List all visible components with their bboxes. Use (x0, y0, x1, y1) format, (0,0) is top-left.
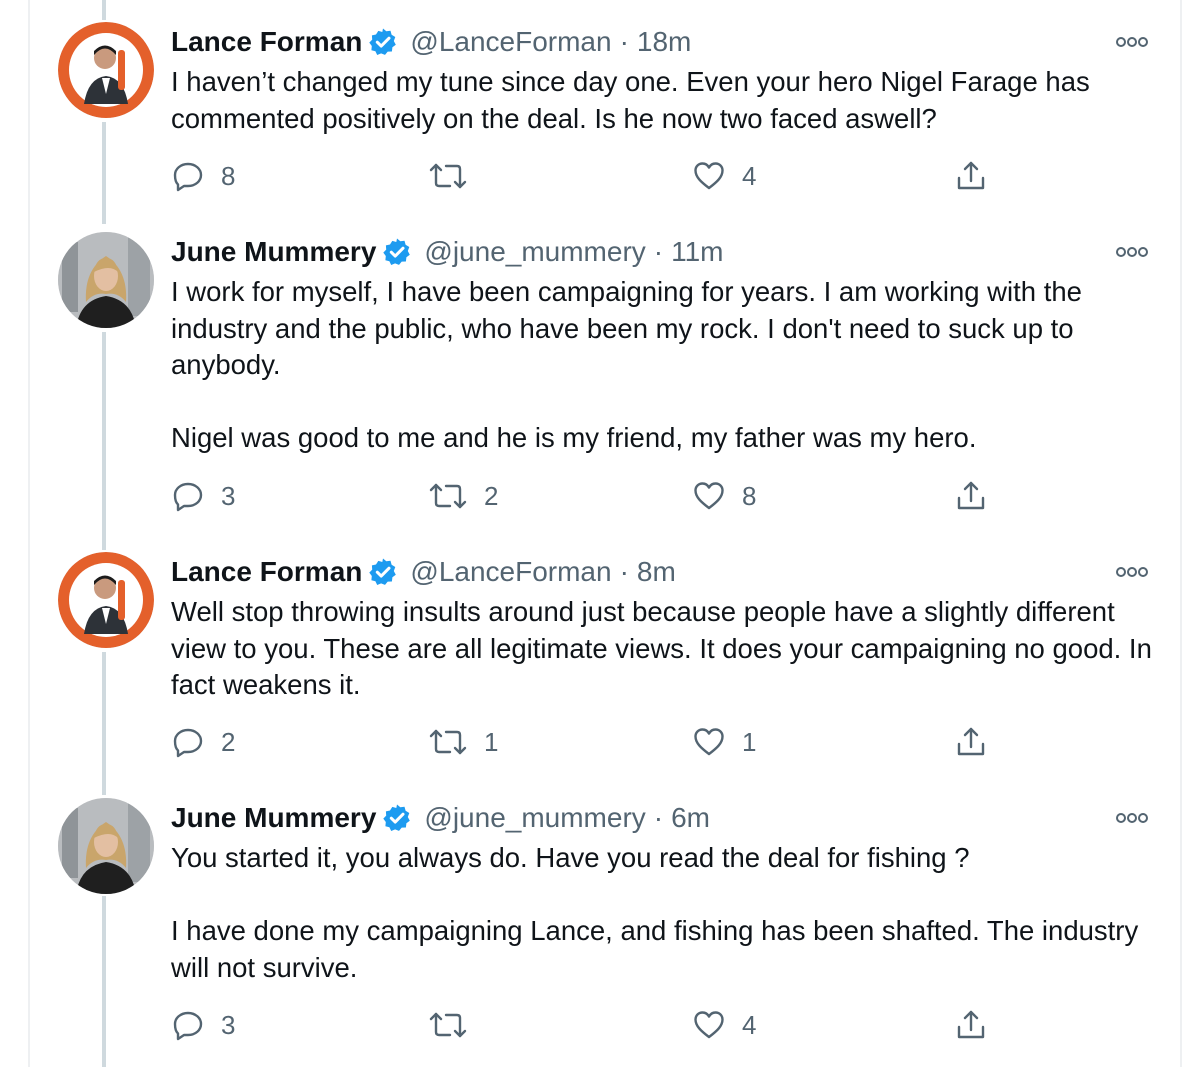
more-options-icon[interactable] (1114, 32, 1150, 52)
retweet-count: 1 (484, 726, 499, 757)
author-handle[interactable]: @LanceForman (410, 552, 611, 592)
timestamp[interactable]: 11m (671, 232, 723, 272)
author-name[interactable]: Lance Forman (171, 552, 362, 592)
like-button[interactable]: 4 (692, 156, 756, 196)
avatar[interactable] (58, 232, 154, 328)
timestamp[interactable]: 6m (671, 798, 710, 838)
tweet-paragraph: I have done my campaigning Lance, and fi… (171, 915, 1139, 983)
heart-icon (694, 482, 724, 510)
reply-count: 2 (221, 726, 236, 757)
more-options-icon[interactable] (1114, 242, 1150, 262)
reply-icon (173, 728, 203, 758)
separator-dot: · (619, 26, 629, 57)
thread-line (102, 332, 106, 550)
like-button[interactable]: 1 (692, 722, 756, 762)
author-name[interactable]: Lance Forman (171, 22, 362, 62)
share-icon (957, 161, 985, 190)
more-options-icon[interactable] (1114, 562, 1150, 582)
reply-icon (173, 482, 203, 512)
reply-icon (173, 1011, 203, 1041)
author-handle[interactable]: @june_mummery (424, 232, 645, 272)
retweet-button[interactable] (428, 1005, 484, 1045)
separator-dot: · (619, 556, 629, 587)
heart-icon (694, 728, 724, 756)
tweet-paragraph: Well stop throwing insults around just b… (171, 596, 1152, 701)
retweet-icon (429, 483, 467, 509)
tweet-paragraph: I work for myself, I have been campaigni… (171, 276, 1082, 381)
more-options-icon[interactable] (1114, 808, 1150, 828)
reply-count: 3 (221, 1009, 236, 1040)
separator-dot: · (653, 236, 664, 267)
tweet-paragraph: You started it, you always do. Have you … (171, 842, 970, 873)
share-icon (957, 727, 985, 756)
tweet-text: You started it, you always do. Have you … (171, 840, 1161, 986)
verified-badge-icon (382, 237, 412, 267)
verified-badge-icon (368, 27, 398, 57)
retweet-button[interactable]: 2 (428, 476, 498, 516)
reply-button[interactable]: 8 (171, 156, 235, 196)
reply-button[interactable]: 3 (171, 1005, 235, 1045)
tweet-actions: 2 1 1 (0, 722, 1200, 762)
share-button[interactable] (954, 722, 988, 762)
june-avatar-image (58, 232, 154, 328)
tweet-paragraph: Nigel was good to me and he is my friend… (171, 422, 977, 454)
tweet-actions: 8 4 (0, 156, 1200, 196)
tweet-actions: 3 2 8 (0, 476, 1200, 516)
reply-button[interactable]: 3 (171, 476, 235, 516)
like-count: 4 (742, 1009, 757, 1040)
share-icon (957, 1010, 985, 1039)
lance-avatar-image (58, 22, 154, 118)
separator-dot: · (653, 802, 664, 833)
like-count: 4 (742, 160, 757, 191)
share-button[interactable] (954, 1005, 988, 1045)
tweet-paragraph: I haven’t changed my tune since day one.… (171, 66, 1090, 134)
retweet-icon (429, 1012, 467, 1038)
author-name[interactable]: June Mummery (171, 232, 376, 272)
retweet-icon (429, 729, 467, 755)
tweet-text: I haven’t changed my tune since day one.… (171, 64, 1161, 137)
heart-icon (694, 1011, 724, 1039)
reply-button[interactable]: 2 (171, 722, 235, 762)
tweet-actions: 3 4 (0, 1005, 1200, 1045)
avatar[interactable] (58, 22, 154, 118)
author-handle[interactable]: @june_mummery (424, 798, 645, 838)
verified-badge-icon (368, 557, 398, 587)
tweet-text: I work for myself, I have been campaigni… (171, 274, 1161, 457)
retweet-button[interactable] (428, 156, 484, 196)
heart-icon (694, 162, 724, 190)
avatar[interactable] (58, 552, 154, 648)
like-button[interactable]: 8 (692, 476, 756, 516)
verified-badge-icon (382, 803, 412, 833)
author-name[interactable]: June Mummery (171, 798, 376, 838)
thread-line (102, 0, 106, 20)
tweet-text: Well stop throwing insults around just b… (171, 594, 1161, 704)
reply-icon (173, 162, 203, 192)
reply-count: 8 (221, 160, 236, 191)
retweet-count: 2 (484, 480, 499, 511)
retweet-button[interactable]: 1 (428, 722, 498, 762)
share-button[interactable] (954, 156, 988, 196)
like-count: 8 (742, 480, 757, 511)
avatar[interactable] (58, 798, 154, 894)
june-avatar-image (58, 798, 154, 894)
retweet-icon (429, 163, 467, 189)
like-count: 1 (742, 726, 757, 757)
like-button[interactable]: 4 (692, 1005, 756, 1045)
author-handle[interactable]: @LanceForman (410, 22, 611, 62)
lance-avatar-image (58, 552, 154, 648)
share-icon (957, 481, 985, 510)
share-button[interactable] (954, 476, 988, 516)
reply-count: 3 (221, 480, 236, 511)
timestamp[interactable]: 18m (637, 22, 691, 62)
timestamp[interactable]: 8m (637, 552, 676, 592)
